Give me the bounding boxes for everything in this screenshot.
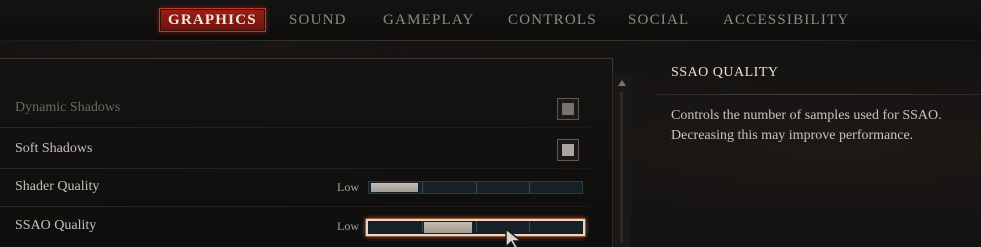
scrollbar-track[interactable] bbox=[620, 92, 623, 242]
soft-shadows-checkbox[interactable] bbox=[557, 139, 579, 161]
setting-label: SSAO Quality bbox=[15, 218, 97, 233]
slider-segment-divider bbox=[476, 182, 477, 193]
slider-knob[interactable] bbox=[371, 183, 418, 192]
tabs-divider bbox=[0, 40, 981, 41]
settings-tabs-bar: GRAPHICS SOUND GAMEPLAY CONTROLS SOCIAL … bbox=[0, 0, 981, 41]
ssao-quality-level-text: Low bbox=[337, 219, 359, 233]
tab-gameplay[interactable]: GAMEPLAY bbox=[383, 9, 475, 31]
setting-row-dynamic-shadows[interactable]: Dynamic Shadows bbox=[0, 90, 595, 128]
shader-quality-slider[interactable] bbox=[368, 181, 583, 194]
setting-label: Dynamic Shadows bbox=[15, 100, 121, 115]
slider-knob[interactable] bbox=[424, 222, 472, 233]
slider-segment-divider bbox=[422, 221, 423, 232]
setting-label: Shader Quality bbox=[15, 179, 100, 194]
tab-controls[interactable]: CONTROLS bbox=[508, 9, 597, 31]
mouse-pointer-icon bbox=[505, 228, 524, 247]
description-divider bbox=[656, 94, 981, 95]
description-title: SSAO QUALITY bbox=[671, 65, 779, 80]
settings-screen: GRAPHICS SOUND GAMEPLAY CONTROLS SOCIAL … bbox=[0, 0, 981, 247]
slider-segment-divider bbox=[529, 182, 530, 193]
setting-row-soft-shadows[interactable]: Soft Shadows bbox=[0, 131, 595, 169]
slider-segment-divider bbox=[422, 182, 423, 193]
tab-graphics[interactable]: GRAPHICS bbox=[159, 8, 266, 32]
dynamic-shadows-checkbox[interactable] bbox=[557, 98, 579, 120]
shader-quality-level-text: Low bbox=[337, 180, 359, 194]
row-divider bbox=[0, 127, 590, 128]
description-text: Controls the number of samples used for … bbox=[671, 108, 942, 143]
setting-row-shader-quality[interactable]: Shader Quality Low bbox=[0, 169, 595, 207]
row-divider bbox=[0, 206, 590, 207]
tab-accessibility[interactable]: ACCESSIBILITY bbox=[723, 9, 849, 31]
checkbox-checked-mark bbox=[562, 103, 574, 115]
tab-sound[interactable]: SOUND bbox=[289, 9, 347, 31]
chevron-up-icon[interactable] bbox=[618, 80, 626, 86]
tab-social[interactable]: SOCIAL bbox=[628, 9, 689, 31]
checkbox-checked-mark bbox=[562, 144, 574, 156]
setting-label: Soft Shadows bbox=[15, 141, 93, 156]
ssao-quality-slider[interactable] bbox=[366, 219, 585, 236]
settings-scrollbar[interactable] bbox=[612, 74, 631, 247]
slider-segment-divider bbox=[476, 221, 477, 232]
